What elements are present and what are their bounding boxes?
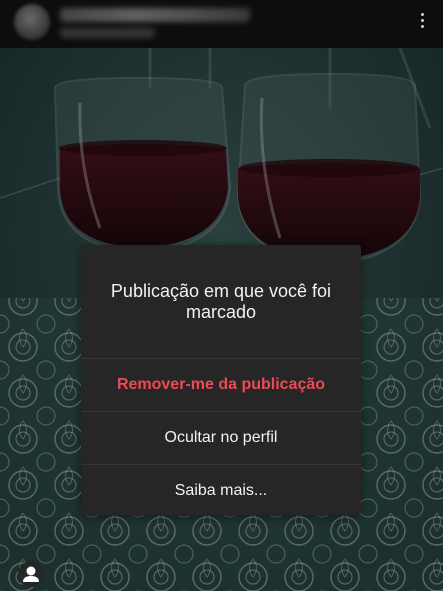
dialog-title: Publicação em que você foi marcado — [81, 245, 361, 359]
post-header — [0, 0, 443, 48]
tagged-post-options-dialog: Publicação em que você foi marcado Remov… — [81, 245, 361, 515]
author-location-blurred — [60, 28, 155, 38]
hide-from-profile-button[interactable]: Ocultar no perfil — [81, 412, 361, 465]
learn-more-button[interactable]: Saiba mais... — [81, 465, 361, 515]
remove-tag-button[interactable]: Remover-me da publicação — [81, 359, 361, 412]
author-avatar[interactable] — [14, 4, 50, 40]
instagram-post-screen: Publicação em que você foi marcado Remov… — [0, 0, 443, 591]
more-vertical-icon[interactable] — [419, 13, 425, 33]
person-tag-icon[interactable] — [18, 561, 44, 587]
dialog-title-text: Publicação em que você foi marcado — [110, 280, 332, 322]
author-name-blurred[interactable] — [60, 8, 250, 22]
